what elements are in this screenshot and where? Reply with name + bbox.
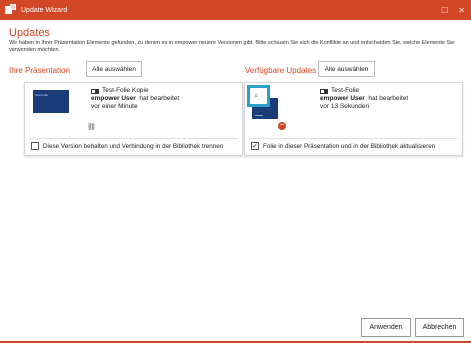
magnifier-icon[interactable]: ⌕ (254, 91, 258, 101)
apply-button[interactable]: Anwenden (361, 318, 411, 337)
window-title: Update Wizard (21, 6, 68, 14)
page-title: Updates (9, 27, 50, 39)
cancel-button[interactable]: Abbrechen (415, 318, 464, 337)
available-updates-label: Verfügbare Updates (245, 66, 317, 75)
slide-icon (91, 88, 99, 94)
slide-name: Test-Folie (331, 87, 360, 94)
link-icon: ⛓ (87, 124, 96, 131)
keep-version-checkbox[interactable] (31, 142, 39, 150)
divider (249, 138, 458, 139)
update-slide-option[interactable]: ✓ Folie in dieser Präsentation und in de… (251, 142, 435, 150)
close-button[interactable]: ✕ (458, 6, 465, 15)
right-select-all-button[interactable]: Alle auswählen (318, 61, 375, 77)
left-slide-card[interactable]: Test-Folie ⛓ Test-Folie Kopie empower Us… (24, 82, 243, 156)
user-name: empower User (91, 95, 136, 102)
time-text: vor einer Minute (91, 103, 138, 110)
action-text: hat bearbeitet (139, 95, 180, 102)
preview-selection-frame[interactable]: ⌕ (247, 85, 270, 107)
action-text: hat bearbeitet (368, 95, 409, 102)
user-name: empower User (320, 95, 365, 102)
right-slide-card[interactable]: ⌕ − Test-Folie empower User hat bearbeit… (244, 82, 463, 156)
keep-version-label: Diese Version behalten und Verbindung in… (43, 142, 224, 150)
remove-icon: − (278, 122, 286, 130)
slide-name: Test-Folie Kopie (102, 87, 149, 94)
slide-info: Test-Folie Kopie empower User hat bearbe… (91, 87, 179, 111)
divider (29, 138, 238, 139)
header: Updates Wir haben in Ihrer Präsentation … (9, 27, 464, 54)
app-icon (5, 4, 17, 16)
keep-version-option[interactable]: Diese Version behalten und Verbindung in… (31, 142, 223, 150)
slide-thumbnail: Test-Folie (33, 90, 69, 113)
update-slide-label: Folie in dieser Präsentation und in der … (263, 142, 436, 150)
left-select-all-button[interactable]: Alle auswählen (86, 61, 142, 77)
your-presentation-label: Ihre Präsentation (9, 66, 70, 75)
title-bar: Update Wizard ☐ ✕ (0, 0, 471, 20)
maximize-button[interactable]: ☐ (441, 6, 448, 15)
page-description: Wir haben in Ihrer Präsentation Elemente… (9, 40, 455, 53)
slide-icon (320, 88, 328, 94)
time-text: vor 13 Sekunden (320, 103, 370, 110)
slide-info: Test-Folie empower User hat bearbeitet v… (320, 87, 408, 111)
update-slide-checkbox[interactable]: ✓ (251, 142, 259, 150)
